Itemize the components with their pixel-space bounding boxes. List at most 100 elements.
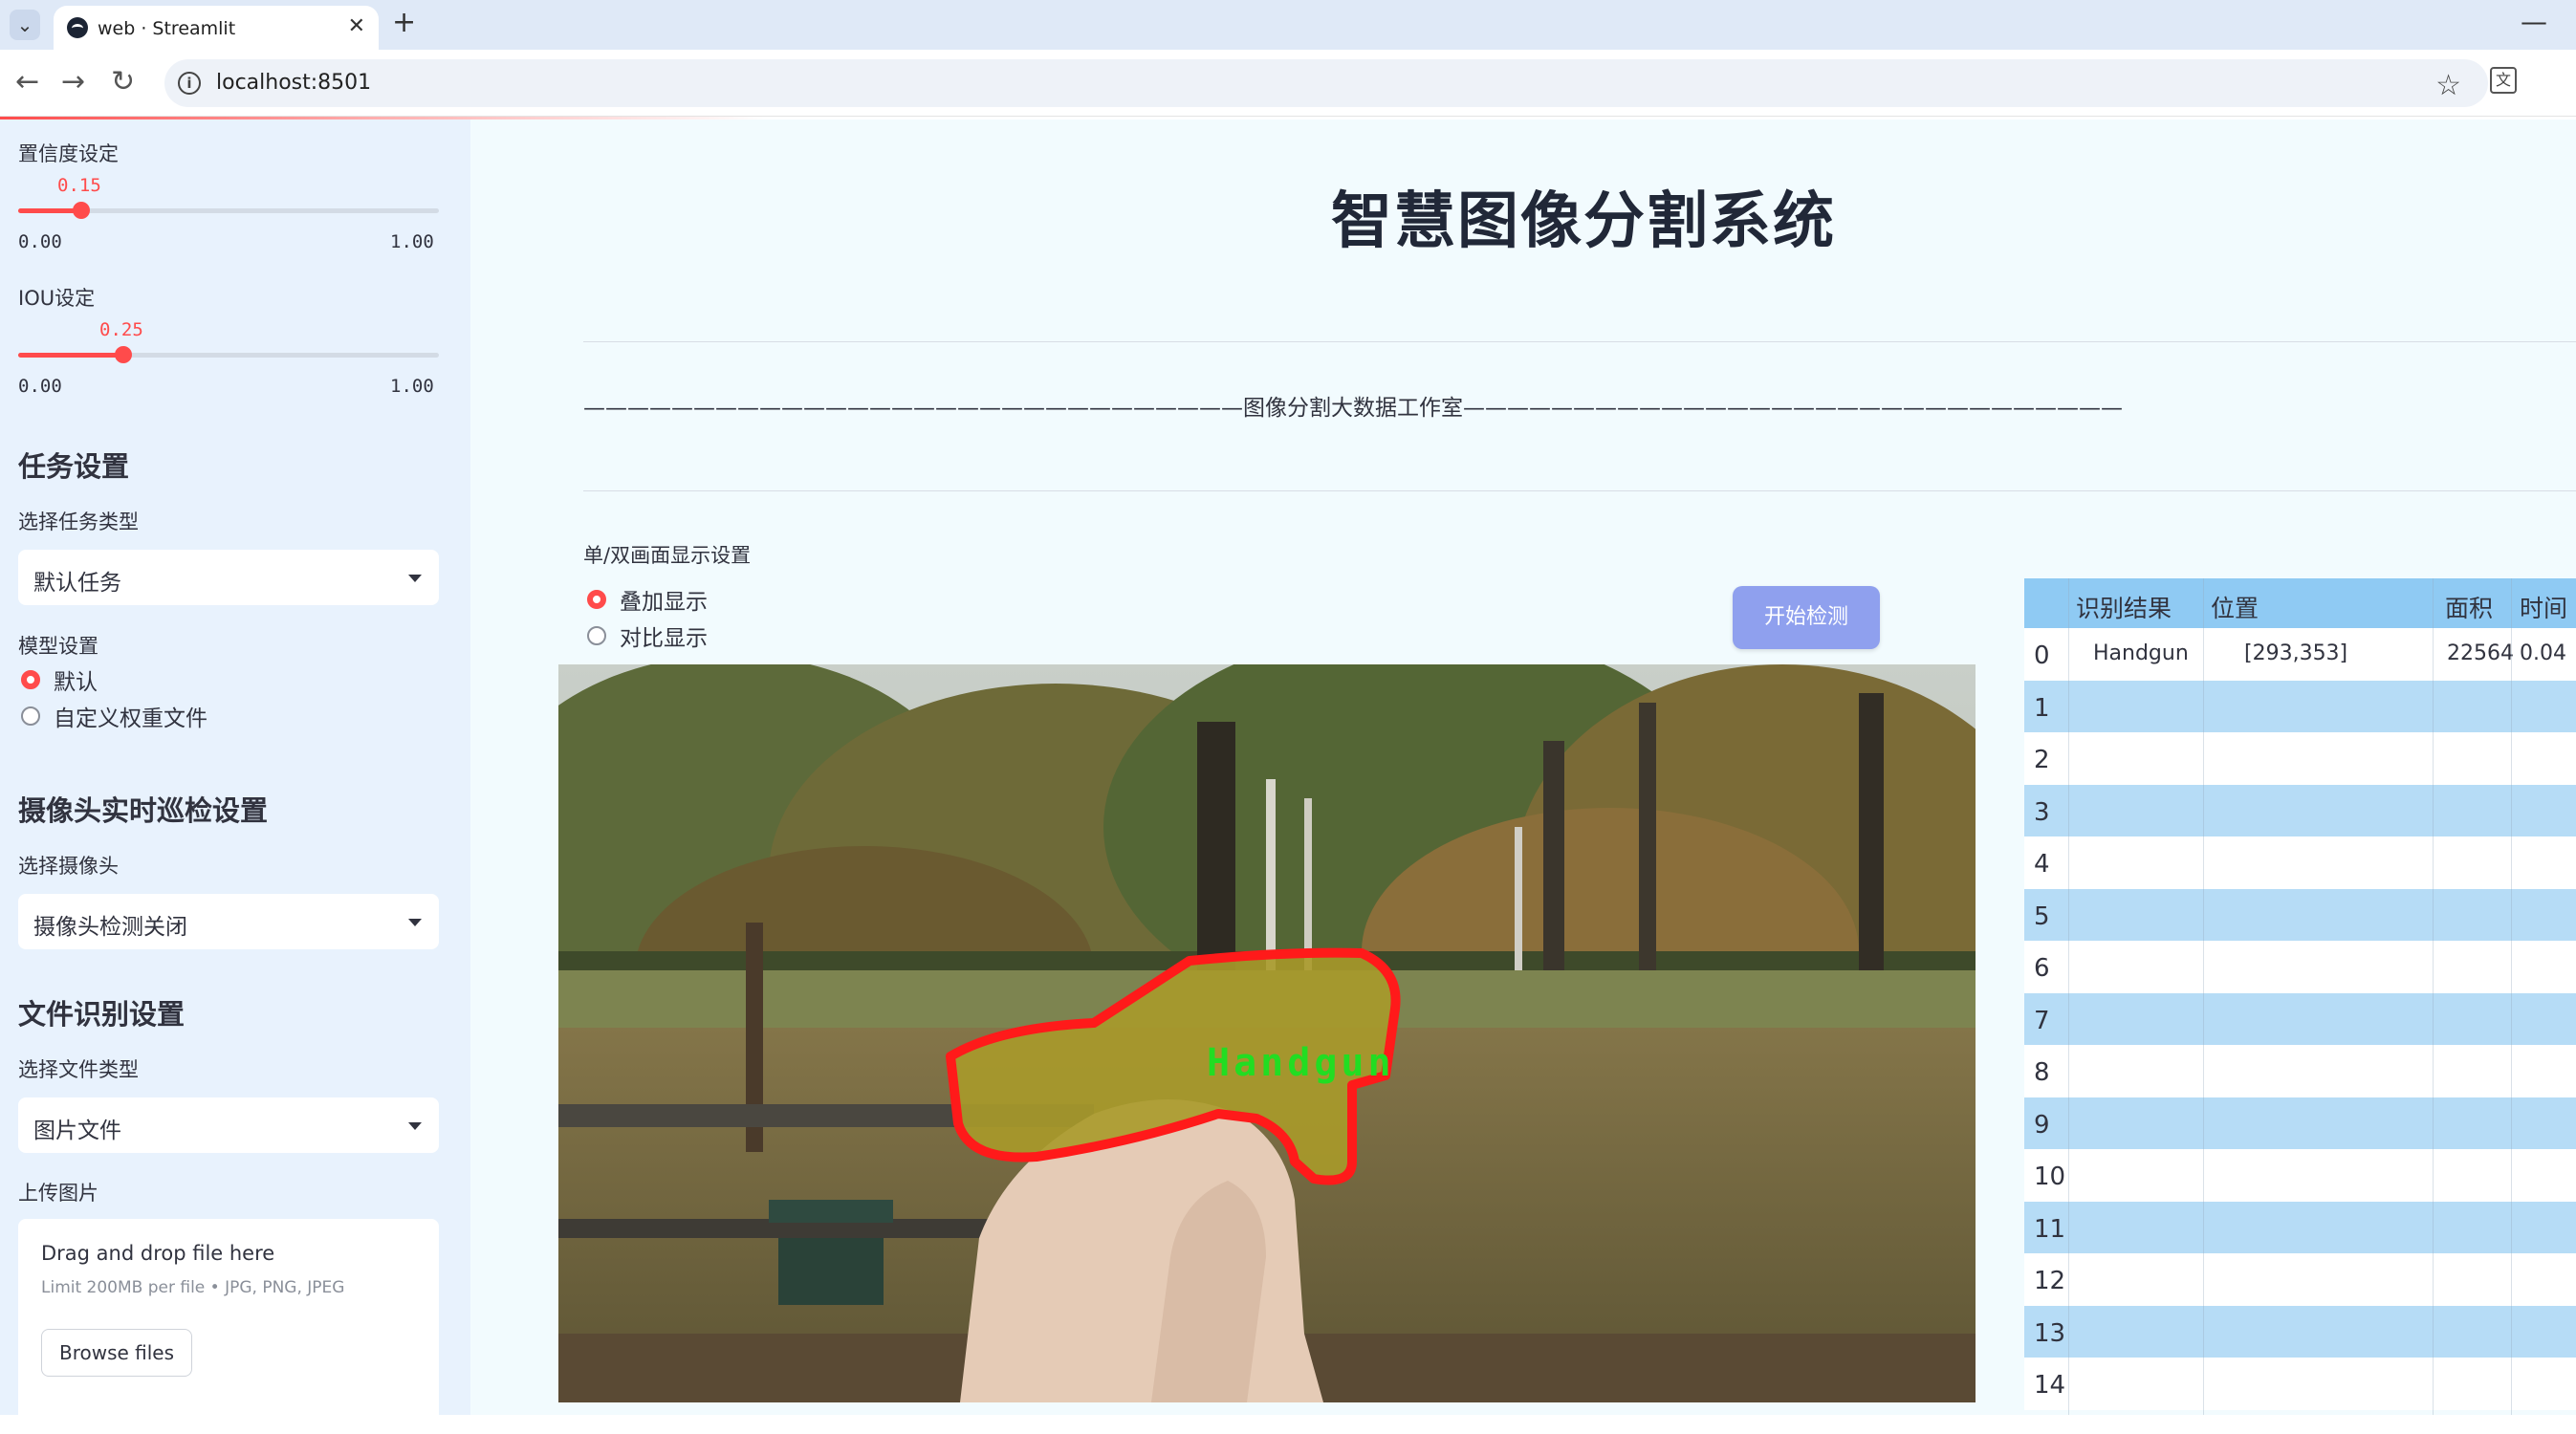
- row-index: 5: [2034, 902, 2050, 931]
- column-header-result[interactable]: 识别结果: [2076, 590, 2172, 624]
- chevron-down-icon: [408, 1122, 422, 1130]
- table-row[interactable]: 12: [2024, 1253, 2576, 1306]
- table-row[interactable]: 8: [2024, 1045, 2576, 1097]
- column-divider: [2511, 578, 2512, 1415]
- camera-select[interactable]: 摄像头检测关闭: [18, 894, 439, 949]
- back-arrow-icon[interactable]: ←: [15, 65, 39, 98]
- camera-settings-heading: 摄像头实时巡检设置: [18, 794, 269, 827]
- table-row[interactable]: 13: [2024, 1305, 2576, 1358]
- file-type-label: 选择文件类型: [18, 1058, 139, 1081]
- iou-slider-thumb[interactable]: [115, 346, 132, 363]
- file-type-select[interactable]: 图片文件: [18, 1097, 439, 1153]
- column-header-position[interactable]: 位置: [2211, 590, 2259, 624]
- table-header: 识别结果 位置 面积 时间: [2024, 578, 2576, 628]
- omnibox[interactable]: i localhost:8501 ☆: [164, 59, 2488, 107]
- iou-slider-fill: [18, 353, 123, 358]
- table-row[interactable]: 0 Handgun [293,353] 22564 0.04: [2024, 628, 2576, 681]
- forward-arrow-icon[interactable]: →: [61, 65, 85, 98]
- model-option-label: 默认: [54, 670, 98, 695]
- row-index: 14: [2034, 1371, 2066, 1400]
- divider: [583, 341, 2576, 342]
- confidence-slider[interactable]: [18, 202, 439, 219]
- display-mode-option-label: 叠加显示: [620, 590, 708, 615]
- new-tab-plus-icon[interactable]: +: [392, 6, 416, 39]
- table-row[interactable]: 10: [2024, 1149, 2576, 1202]
- reload-icon[interactable]: ↻: [111, 65, 135, 98]
- confidence-slider-thumb[interactable]: [73, 202, 90, 219]
- task-type-value: 默认任务: [33, 571, 121, 596]
- row-index: 0: [2034, 641, 2050, 670]
- scene-drawing: Handgun: [558, 664, 1976, 1402]
- file-uploader-dropzone[interactable]: Drag and drop file here Limit 200MB per …: [18, 1219, 439, 1434]
- task-type-select[interactable]: 默认任务: [18, 550, 439, 605]
- row-index: 10: [2034, 1162, 2066, 1191]
- table-row[interactable]: 14: [2024, 1358, 2576, 1410]
- display-mode-label: 单/双画面显示设置: [583, 544, 752, 567]
- row-index: 11: [2034, 1214, 2066, 1244]
- segmentation-result-image: Handgun: [558, 664, 1976, 1402]
- browser-tab[interactable]: web · Streamlit ✕: [54, 6, 379, 50]
- row-index: 3: [2034, 797, 2050, 827]
- chevron-down-icon: [408, 575, 422, 582]
- site-info-icon[interactable]: i: [178, 72, 201, 95]
- upload-label: 上传图片: [18, 1182, 98, 1205]
- table-row[interactable]: 5: [2024, 888, 2576, 941]
- bookmark-star-icon[interactable]: ☆: [2435, 69, 2461, 102]
- display-mode-option-label: 对比显示: [620, 626, 708, 651]
- file-settings-heading: 文件识别设置: [18, 998, 186, 1031]
- iou-min: 0.00: [18, 376, 62, 397]
- iou-slider[interactable]: [18, 346, 439, 363]
- table-row[interactable]: 11: [2024, 1201, 2576, 1253]
- page-title: 智慧图像分割系统: [1331, 186, 1836, 257]
- confidence-value: 0.15: [57, 175, 101, 196]
- table-row[interactable]: 3: [2024, 784, 2576, 836]
- radio-selected-icon[interactable]: [21, 670, 40, 689]
- row-index: 6: [2034, 954, 2050, 983]
- display-mode-compare[interactable]: 对比显示: [587, 621, 708, 651]
- cell-result: Handgun: [2093, 641, 2189, 665]
- column-divider: [2433, 578, 2434, 1415]
- model-option-default[interactable]: 默认: [21, 665, 98, 695]
- table-row[interactable]: 2: [2024, 732, 2576, 785]
- cell-position: [293,353]: [2244, 641, 2348, 665]
- column-header-time[interactable]: 时间: [2520, 590, 2567, 624]
- camera-select-value: 摄像头检测关闭: [33, 915, 187, 940]
- row-index: 12: [2034, 1267, 2066, 1295]
- row-index: 9: [2034, 1110, 2050, 1140]
- cell-time: 0.04: [2520, 641, 2566, 665]
- table-row[interactable]: 4: [2024, 836, 2576, 889]
- row-index: 1: [2034, 693, 2050, 723]
- table-row[interactable]: 6: [2024, 941, 2576, 993]
- confidence-min: 0.00: [18, 231, 62, 252]
- row-index: 4: [2034, 850, 2050, 879]
- browser-tab-bar: ⌄ web · Streamlit ✕ + —: [0, 0, 2576, 50]
- browse-files-button[interactable]: Browse files: [41, 1329, 192, 1377]
- task-settings-heading: 任务设置: [18, 450, 130, 483]
- task-type-label: 选择任务类型: [18, 511, 139, 533]
- tab-search-chevron-icon[interactable]: ⌄: [10, 10, 40, 40]
- radio-unselected-icon[interactable]: [587, 626, 606, 645]
- minimize-window-icon[interactable]: —: [2521, 6, 2547, 37]
- start-detection-button[interactable]: 开始检测: [1733, 586, 1880, 649]
- row-index: 8: [2034, 1058, 2050, 1087]
- close-tab-icon[interactable]: ✕: [348, 14, 365, 38]
- detection-label: Handgun: [1207, 1041, 1395, 1085]
- column-divider: [2068, 578, 2069, 1415]
- display-mode-overlay[interactable]: 叠加显示: [587, 585, 708, 615]
- tab-title: web · Streamlit: [98, 18, 236, 39]
- file-type-value: 图片文件: [33, 1119, 121, 1143]
- studio-banner: ——————————————————————————————图像分割大数据工作室…: [583, 396, 2123, 421]
- iou-value: 0.25: [99, 319, 143, 340]
- translate-icon[interactable]: 文: [2490, 67, 2517, 94]
- results-table[interactable]: 0 Handgun [293,353] 22564 0.04 1 2 3 4 5 6 7 8 9 10 11 1…: [2024, 578, 2576, 1415]
- table-row[interactable]: 1: [2024, 680, 2576, 732]
- url-text[interactable]: localhost:8501: [216, 71, 371, 95]
- column-header-area[interactable]: 面积: [2445, 590, 2493, 624]
- iou-max: 1.00: [390, 376, 434, 397]
- table-row[interactable]: 7: [2024, 992, 2576, 1045]
- cell-area: 22564: [2447, 641, 2514, 665]
- table-row[interactable]: 9: [2024, 1097, 2576, 1149]
- model-option-custom-weights[interactable]: 自定义权重文件: [21, 702, 207, 731]
- radio-unselected-icon[interactable]: [21, 706, 40, 726]
- radio-selected-icon[interactable]: [587, 590, 606, 609]
